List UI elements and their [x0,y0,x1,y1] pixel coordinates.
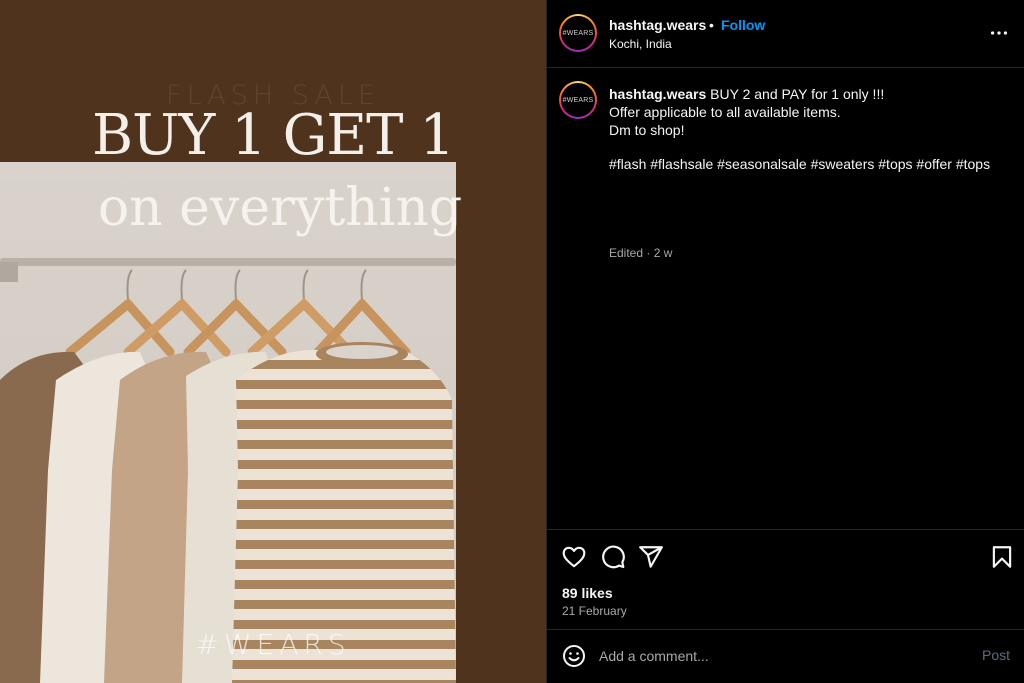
headline-buy-1-get-1: BUY 1 GET 1 [92,103,455,168]
caption: hashtag.wears BUY 2 and PAY for 1 only !… [609,85,1009,173]
post-image[interactable]: FLASH SALE BUY 1 GET 1 on everything #WE… [0,0,546,683]
username-link[interactable]: hashtag.wears [609,17,706,33]
likes-count[interactable]: 89 likes [562,585,613,601]
post-comment-button[interactable]: Post [982,647,1010,663]
avatar-text: #WEARS [562,29,594,37]
post-date: 21 February [562,604,627,618]
caption-hashtags[interactable]: #flash #flashsale #seasonalsale #sweater… [609,155,1009,173]
caption-avatar[interactable]: #WEARS [559,81,597,119]
brand-watermark: #WEARS [195,628,351,661]
location-link[interactable]: Kochi, India [609,37,672,51]
post-side-panel: #WEARS hashtag.wears • Follow Kochi, Ind… [546,0,1024,683]
caption-username[interactable]: hashtag.wears [609,86,706,102]
avatar-text: #WEARS [562,96,594,104]
emoji-icon[interactable] [562,644,586,668]
caption-area: #WEARS hashtag.wears BUY 2 and PAY for 1… [547,68,1024,530]
headline-on-everything: on everything [97,178,463,238]
avatar[interactable]: #WEARS [559,14,597,52]
share-icon[interactable] [638,544,664,570]
more-horizontal-icon[interactable] [988,22,1010,44]
bookmark-icon[interactable] [989,544,1015,570]
edited-timestamp: Edited · 2 w [609,246,673,260]
action-bar: 89 likes 21 February [547,530,1024,630]
comment-bar: Post [547,630,1024,682]
separator-dot: • [709,17,714,33]
follow-button[interactable]: Follow [721,17,765,33]
comment-icon[interactable] [600,544,626,570]
comment-input[interactable] [599,640,959,672]
heart-icon[interactable] [561,544,587,570]
post-header: #WEARS hashtag.wears • Follow Kochi, Ind… [547,0,1024,68]
